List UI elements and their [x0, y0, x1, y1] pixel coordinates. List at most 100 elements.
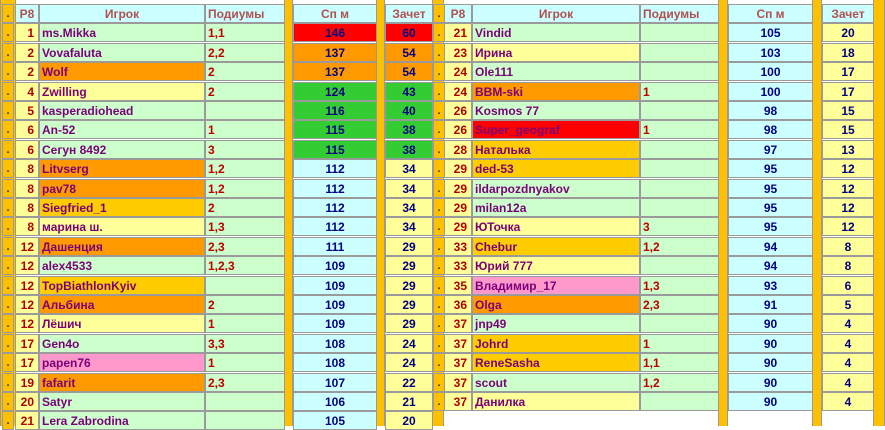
rank-cell: 6: [15, 120, 39, 140]
column-separator: [812, 0, 822, 426]
sp-cell: 112: [293, 178, 377, 198]
player-name: марина ш.: [39, 217, 205, 237]
sp-cell: 115: [293, 139, 377, 159]
sp-cell: 91: [728, 295, 813, 314]
podiums-cell: 1,2: [205, 178, 285, 198]
podiums-cell: 3,3: [205, 333, 285, 353]
score-cell: 6: [822, 275, 874, 295]
rank-cell: 24: [444, 81, 472, 101]
podiums-cell: [640, 198, 719, 217]
score-cell: 20: [385, 411, 433, 430]
score-cell: 17: [822, 62, 874, 82]
rank-cell: 12: [15, 236, 39, 256]
player-name: Johrd: [472, 333, 640, 353]
player-name: Vovafaluta: [39, 42, 205, 62]
player-name: Kosmos 77: [472, 101, 640, 120]
player-name: milan12a: [472, 198, 640, 217]
player-header: Игрок: [39, 4, 205, 23]
player-name: Дашенция: [39, 236, 205, 256]
sp-cell: 95: [728, 178, 813, 198]
rank-cell: 37: [444, 372, 472, 392]
rank-cell: 2: [15, 62, 39, 82]
sp-cell: 112: [293, 159, 377, 179]
score-cell: 34: [385, 178, 433, 198]
rank-cell: 8: [15, 198, 39, 217]
rank-cell: 29: [444, 159, 472, 179]
row-dot: .: [2, 81, 14, 101]
row-dot: .: [2, 139, 14, 159]
sp-cell: 116: [293, 101, 377, 120]
podiums-cell: 1: [205, 120, 285, 140]
rank-cell: 19: [15, 372, 39, 392]
rank-header: Р8: [15, 4, 39, 23]
sp-cell: 100: [728, 81, 813, 101]
sp-cell: 112: [293, 198, 377, 217]
rank-cell: 29: [444, 178, 472, 198]
row-dot: .: [2, 314, 14, 334]
sp-cell: 137: [293, 62, 377, 82]
score-cell: 20: [822, 23, 874, 43]
rank-cell: 23: [444, 42, 472, 62]
column-separator: [284, 0, 293, 426]
podiums-cell: 1,3: [205, 217, 285, 237]
sp-cell: 108: [293, 353, 377, 373]
rank-cell: 33: [444, 256, 472, 276]
score-cell: 38: [385, 139, 433, 159]
sp-cell: 146: [293, 23, 377, 43]
player-name: Zwilling: [39, 81, 205, 101]
row-dot: .: [2, 62, 14, 82]
rank-cell: 37: [444, 314, 472, 334]
sp-cell: 95: [728, 217, 813, 237]
rank-cell: 4: [15, 81, 39, 101]
score-cell: 4: [822, 392, 874, 411]
sp-cell: 95: [728, 198, 813, 217]
rank-cell: 12: [15, 295, 39, 314]
player-name: pav78: [39, 178, 205, 198]
podiums-cell: [640, 42, 719, 62]
podiums-header: Подиумы: [205, 4, 285, 23]
podiums-cell: 2,3: [205, 372, 285, 392]
score-cell: 4: [822, 333, 874, 353]
player-name: Lera Zabrodina: [39, 411, 205, 430]
score-cell: 12: [822, 178, 874, 198]
podiums-cell: 3: [640, 217, 719, 237]
podiums-cell: 3: [205, 139, 285, 159]
player-name: papen76: [39, 353, 205, 373]
player-name: Юрий 777: [472, 256, 640, 276]
row-dot: .: [2, 23, 14, 43]
player-name: Gen4o: [39, 333, 205, 353]
score-cell: 17: [822, 81, 874, 101]
row-dot: .: [2, 275, 14, 295]
rank-cell: 28: [444, 139, 472, 159]
player-header: Игрок: [472, 4, 640, 23]
rank-cell: 33: [444, 236, 472, 256]
podiums-cell: [640, 62, 719, 82]
score-cell: 24: [385, 333, 433, 353]
podiums-cell: 2,3: [205, 236, 285, 256]
score-header: Зачет: [822, 4, 874, 23]
podiums-cell: 1,1: [205, 23, 285, 43]
score-cell: 38: [385, 120, 433, 140]
score-cell: 8: [822, 236, 874, 256]
podiums-cell: [640, 314, 719, 334]
player-name: Владимир_17: [472, 275, 640, 295]
score-cell: 34: [385, 198, 433, 217]
score-cell: 29: [385, 256, 433, 276]
player-name: Альбина: [39, 295, 205, 314]
player-name: Сегун 8492: [39, 139, 205, 159]
player-name: ЮТочка: [472, 217, 640, 237]
player-name: alex4533: [39, 256, 205, 276]
rank-cell: 26: [444, 120, 472, 140]
rank-cell: 8: [15, 159, 39, 179]
rank-cell: 17: [15, 353, 39, 373]
score-cell: 29: [385, 314, 433, 334]
row-dot: .: [2, 333, 14, 353]
score-cell: 34: [385, 217, 433, 237]
player-name: Olga: [472, 295, 640, 314]
player-name: jnp49: [472, 314, 640, 334]
sp-cell: 90: [728, 353, 813, 373]
podiums-cell: 1,2: [640, 372, 719, 392]
score-cell: 40: [385, 101, 433, 120]
podiums-cell: [205, 411, 285, 430]
row-dot: .: [2, 392, 14, 411]
